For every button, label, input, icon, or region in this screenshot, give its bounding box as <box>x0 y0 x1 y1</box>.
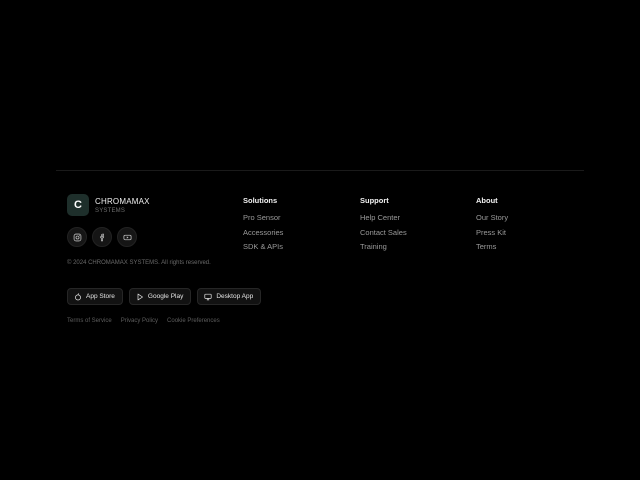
legal-links: Terms of Service Privacy Policy Cookie P… <box>67 318 220 324</box>
copyright-text: © 2024 CHROMAMAX SYSTEMS. All rights res… <box>67 260 211 266</box>
column-title: Support <box>360 196 389 205</box>
footer: C CHROMAMAX SYSTEMS © 2024 CHROMAMAX SYS… <box>0 0 640 480</box>
apple-icon <box>74 292 82 301</box>
link-our-story[interactable]: Our Story <box>476 213 508 228</box>
facebook-icon <box>98 233 107 242</box>
footer-divider <box>56 170 584 171</box>
link-pro-sensor[interactable]: Pro Sensor <box>243 213 283 228</box>
column-about: About Our Story Press Kit Terms <box>476 196 508 257</box>
instagram-button[interactable] <box>67 227 87 247</box>
app-download-buttons: App Store Google Play Desktop App <box>67 288 262 305</box>
monitor-icon <box>204 293 212 301</box>
youtube-button[interactable] <box>117 227 137 247</box>
youtube-icon <box>122 233 132 242</box>
link-sdk-apis[interactable]: SDK & APIs <box>243 242 283 257</box>
social-links <box>67 227 137 247</box>
link-help-center[interactable]: Help Center <box>360 213 407 228</box>
link-press-kit[interactable]: Press Kit <box>476 228 508 243</box>
brand[interactable]: C CHROMAMAX SYSTEMS <box>67 194 150 216</box>
link-terms-of-service[interactable]: Terms of Service <box>67 318 112 324</box>
desktop-app-button[interactable]: Desktop App <box>197 288 262 305</box>
link-privacy-policy[interactable]: Privacy Policy <box>121 318 158 324</box>
app-store-label: App Store <box>86 293 115 300</box>
brand-subtitle: SYSTEMS <box>95 207 126 214</box>
link-cookie-preferences[interactable]: Cookie Preferences <box>167 318 220 324</box>
brand-logo: C <box>67 194 89 216</box>
facebook-button[interactable] <box>92 227 112 247</box>
instagram-icon <box>73 233 82 242</box>
link-training[interactable]: Training <box>360 242 407 257</box>
column-title: Solutions <box>243 196 278 205</box>
google-play-button[interactable]: Google Play <box>128 288 192 305</box>
column-solutions: Solutions Pro Sensor Accessories SDK & A… <box>243 196 283 257</box>
column-title: About <box>476 196 498 205</box>
link-terms[interactable]: Terms <box>476 242 508 257</box>
desktop-app-label: Desktop App <box>216 293 254 300</box>
brand-name: CHROMAMAX <box>95 196 150 206</box>
column-support: Support Help Center Contact Sales Traini… <box>360 196 407 257</box>
play-icon <box>136 293 144 301</box>
app-store-button[interactable]: App Store <box>67 288 123 305</box>
link-contact-sales[interactable]: Contact Sales <box>360 228 407 243</box>
brand-text: CHROMAMAX SYSTEMS <box>95 197 150 214</box>
link-accessories[interactable]: Accessories <box>243 228 283 243</box>
google-play-label: Google Play <box>147 293 184 300</box>
